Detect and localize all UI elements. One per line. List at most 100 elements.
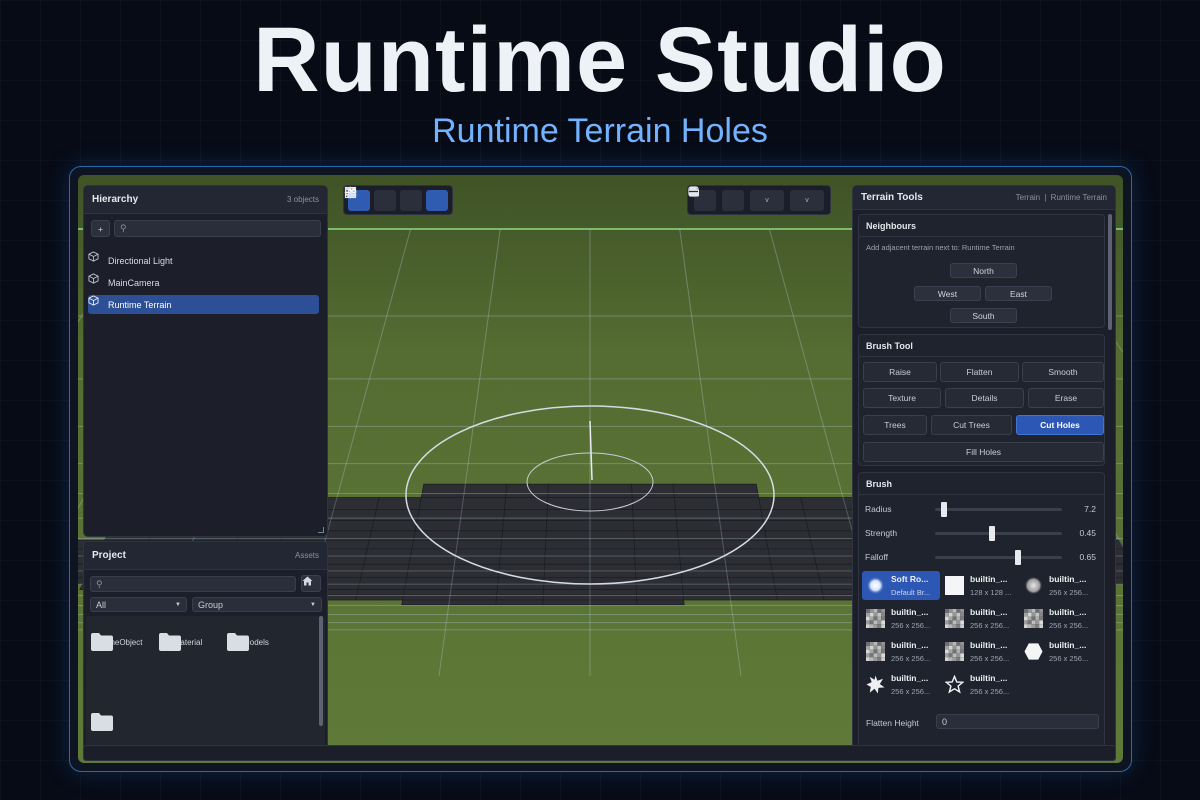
terrain-hole-tile [504,497,549,510]
radius-track[interactable] [935,502,1062,517]
terrain-hole-tile [634,556,681,565]
shading-dropdown[interactable]: v [689,187,824,211]
falloff-slider[interactable]: Falloff 0.65 [865,549,1096,565]
brush-shape-size: 256 x 256... [891,654,931,663]
terrain-hole-tile [495,599,544,606]
terrain-hole-tile [418,497,464,510]
brush-shape-size: 256 x 256... [1049,621,1089,630]
texture-button[interactable]: Texture [863,388,941,408]
strength-track[interactable] [935,526,1062,541]
brush-shape-item[interactable]: builtin_... 128 x 128 ... [941,571,1019,600]
folder-material[interactable]: Material [158,632,218,651]
brush-shape-item[interactable]: builtin_... 256 x 256... [862,670,940,699]
brush-shape-name: builtin_... [970,673,1008,683]
cube-icon [88,273,99,284]
filter-select-value: All [96,599,107,610]
hero-subtitle: Runtime Terrain Holes [432,112,768,150]
brush-shape-name: builtin_... [891,640,929,650]
raise-button[interactable]: Raise [863,362,937,382]
terrain-hole-tile [545,520,591,532]
terrain-hole-tile [322,539,370,550]
brush-shape-item[interactable]: builtin_... 256 x 256... [1020,604,1098,633]
hexagon-brush-icon [1024,642,1043,661]
erase-button[interactable]: Erase [1028,388,1104,408]
terrain-tool-button[interactable] [345,186,448,211]
toolbox-button[interactable] [689,186,744,211]
brush-shape-item[interactable]: builtin_... 256 x 256... [1020,571,1098,600]
cut-trees-button[interactable]: Cut Trees [931,415,1012,435]
brush-shape-name: builtin_... [970,574,1008,584]
group-select[interactable]: Group ▼ [192,597,322,612]
resize-handle-icon[interactable] [318,527,324,533]
strength-thumb[interactable] [989,526,996,541]
hierarchy-item-directional-light[interactable]: Directional Light [88,251,319,270]
terrain-hole-tile [725,563,773,572]
terrain-hole-tile [631,483,675,498]
terrain-hole-tile [458,520,504,532]
terrain-hole-tile [405,577,453,585]
radius-slider[interactable]: Radius 7.2 [865,501,1096,517]
south-button[interactable]: South [950,308,1017,323]
brush-tool-section: Brush Tool Raise Flatten Smooth Texture … [858,334,1105,466]
falloff-thumb[interactable] [1014,550,1021,565]
noise-brush-icon [1024,609,1043,628]
north-button[interactable]: North [950,263,1017,278]
project-scrollbar[interactable] [319,616,323,726]
hierarchy-item-label: MainCamera [108,277,160,288]
brush-shape-item[interactable]: builtin_... 256 x 256... [862,604,940,633]
terrain-hole-tile [408,556,456,565]
terrain-tools-scrollbar[interactable] [1108,214,1112,330]
hierarchy-search-input[interactable]: ⚲ [114,220,321,237]
brush-shape-item[interactable]: builtin_... 256 x 256... [862,637,940,666]
strength-slider[interactable]: Strength 0.45 [865,525,1096,541]
scale-tool-button[interactable] [344,186,422,211]
filter-select[interactable]: All ▼ [90,597,187,612]
brush-shape-size: 256 x 256... [891,687,931,696]
breadcrumb-runtime-terrain[interactable]: Runtime Terrain [1051,193,1107,202]
project-panel: Project Assets ⚲ All ▼ Group ▼ GameObjec… [83,541,328,751]
terrain-breadcrumb: Terrain | Runtime Terrain [1016,193,1107,202]
terrain-hole-tile [543,570,591,579]
flatten-height-input[interactable]: 0 [936,714,1099,729]
add-object-button[interactable]: + [91,220,110,237]
east-button[interactable]: East [985,286,1052,301]
project-search-input[interactable]: ⚲ [90,576,296,592]
project-header: Project Assets [84,542,327,570]
details-button[interactable]: Details [945,388,1024,408]
terrain-hole-tile [363,556,411,565]
fill-holes-button[interactable]: Fill Holes [863,442,1104,462]
brush-shape-item[interactable]: Soft Ro... Default Br... [862,571,940,600]
hierarchy-item-main-camera[interactable]: MainCamera [88,273,319,292]
hierarchy-item-runtime-terrain[interactable]: Runtime Terrain [88,295,319,314]
terrain-hole-tile [496,589,545,596]
gizmo-dropdown[interactable]: v [688,186,784,211]
falloff-track[interactable] [935,550,1062,565]
brush-shape-item[interactable]: builtin_... 256 x 256... [941,637,1019,666]
flatten-button[interactable]: Flatten [940,362,1019,382]
terrain-hole-tile [357,583,407,590]
brush-shape-item[interactable]: builtin_... 256 x 256... [941,604,1019,633]
trees-button[interactable]: Trees [863,415,927,435]
home-button[interactable] [301,575,321,592]
scene-viewport[interactable]: Hierarchy 3 objects + ⚲ Directional Ligh… [78,175,1123,763]
folder-models[interactable]: Models [226,632,286,651]
brush-shape-item[interactable]: builtin_... 256 x 256... [1020,637,1098,666]
hierarchy-item-label: Runtime Terrain [108,299,172,310]
noise-brush-icon [866,642,885,661]
terrain-hole-tile [505,483,549,498]
brush-shape-item[interactable]: builtin_... 256 x 256... [941,670,1019,699]
cut-holes-button[interactable]: Cut Holes [1016,415,1104,435]
radius-value: 7.2 [1084,504,1096,514]
west-button[interactable]: West [914,286,981,301]
smooth-button[interactable]: Smooth [1022,362,1104,382]
chevron-down-icon: ▼ [175,601,181,608]
terrain-hole-tile [672,483,717,498]
terrain-hole-tile [634,563,682,572]
terrain-hole-tile [681,583,730,590]
radius-thumb[interactable] [940,502,947,517]
terrain-hole-tile [773,583,823,590]
folder-gameobject[interactable]: GameObject [90,632,150,651]
rotate-tool-button[interactable] [345,187,396,211]
breadcrumb-terrain[interactable]: Terrain [1016,193,1040,202]
terrain-tools-header: Terrain Tools Terrain | Runtime Terrain [853,186,1115,210]
